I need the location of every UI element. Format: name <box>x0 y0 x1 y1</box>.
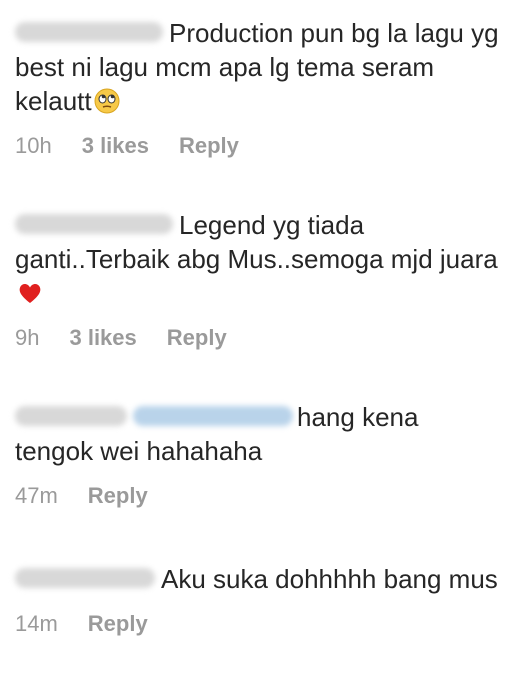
blurred-username[interactable] <box>15 22 163 43</box>
comment-meta: 14m Reply <box>15 610 500 638</box>
comment-item: Aku suka dohhhhh bang mus 14m Reply <box>15 562 500 638</box>
reply-button[interactable]: Reply <box>167 324 227 352</box>
comment-item: Production pun bg la lagu yg best ni lag… <box>15 16 500 160</box>
comment-body: Legend yg tiada ganti..Terbaik abg Mus..… <box>15 208 500 310</box>
comment-item: Legend yg tiada ganti..Terbaik abg Mus..… <box>15 208 500 352</box>
blurred-username[interactable] <box>15 406 127 427</box>
likes-count[interactable]: 3 likes <box>69 324 136 352</box>
comment-meta: 9h 3 likes Reply <box>15 324 500 352</box>
comment-text: Aku suka dohhhhh bang mus <box>161 564 498 594</box>
blurred-mention[interactable] <box>133 406 293 427</box>
comment-time: 47m <box>15 483 58 508</box>
blurred-username[interactable] <box>15 214 173 235</box>
likes-count[interactable]: 3 likes <box>82 132 149 160</box>
comment-meta: 10h 3 likes Reply <box>15 132 500 160</box>
comment-meta: 47m Reply <box>15 482 500 510</box>
reply-button[interactable]: Reply <box>88 610 148 638</box>
reply-button[interactable]: Reply <box>88 482 148 510</box>
comment-body: Production pun bg la lagu yg best ni lag… <box>15 16 500 118</box>
comment-time: 10h <box>15 133 52 158</box>
reply-button[interactable]: Reply <box>179 132 239 160</box>
comment-time: 9h <box>15 325 40 350</box>
comment-item: hang kena tengok wei hahahaha 47m Reply <box>15 400 500 510</box>
blurred-username[interactable] <box>15 568 155 589</box>
red-heart-emoji-icon <box>19 283 41 303</box>
comment-body: Aku suka dohhhhh bang mus <box>15 562 500 596</box>
rolling-eyes-emoji-icon <box>94 88 120 114</box>
comment-body: hang kena tengok wei hahahaha <box>15 400 500 468</box>
comment-time: 14m <box>15 611 58 636</box>
